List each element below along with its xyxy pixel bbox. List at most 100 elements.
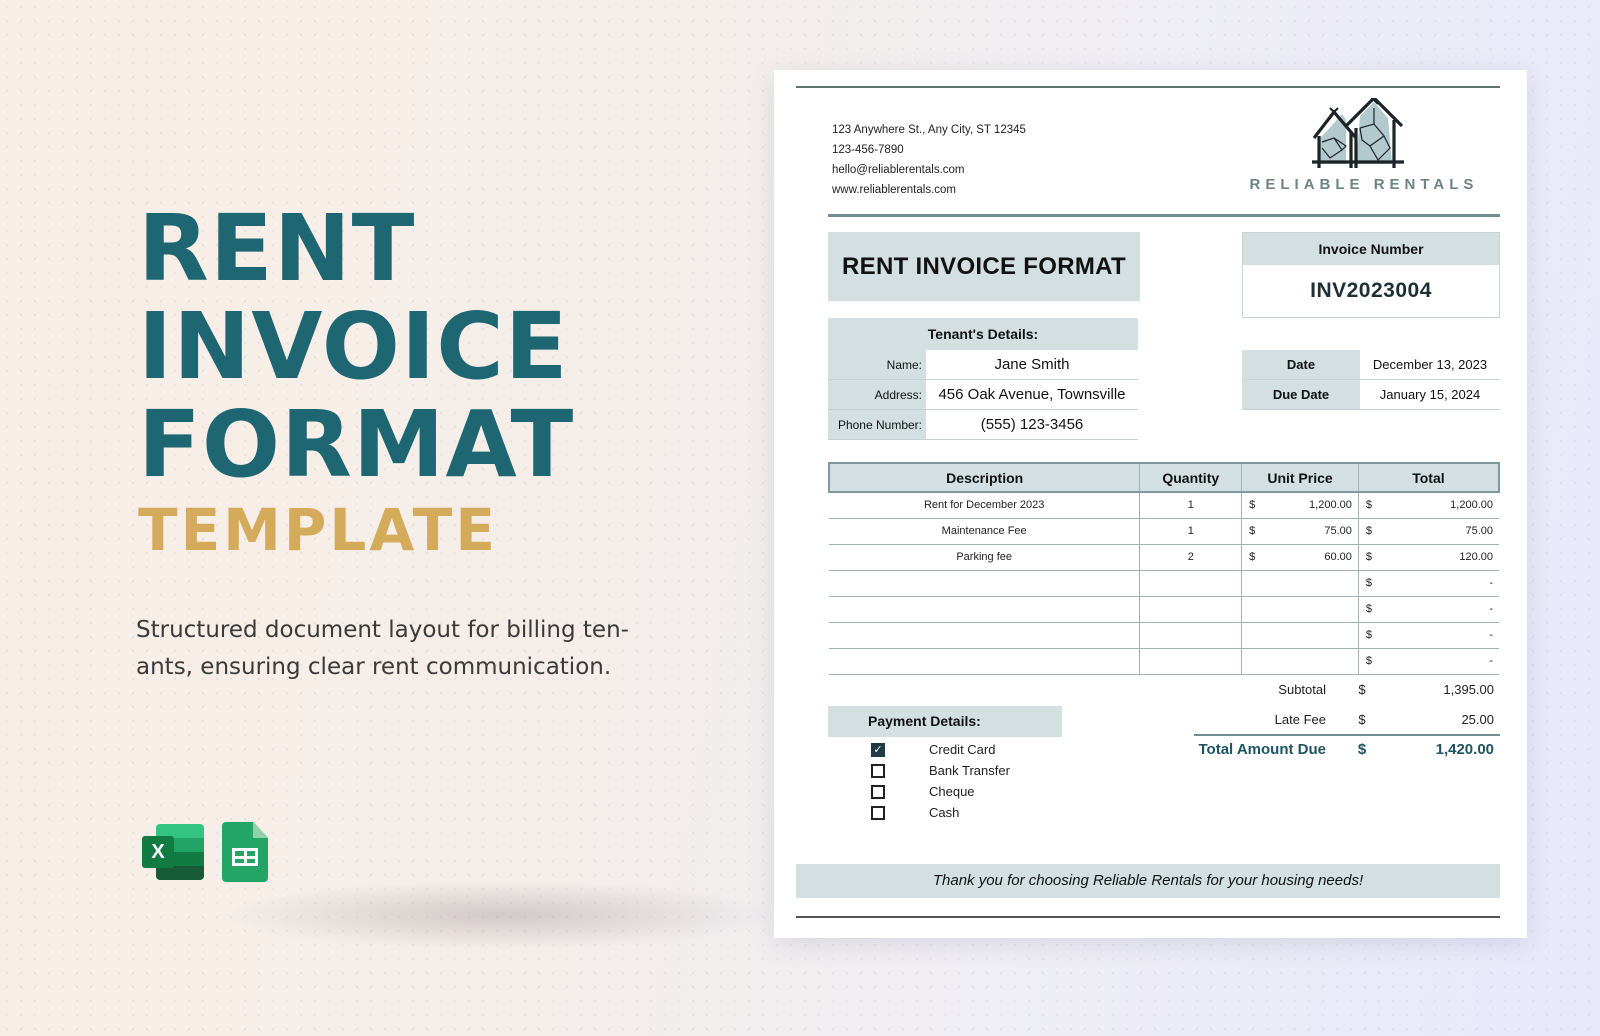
company-contact: 123 Anywhere St., Any City, ST 12345 123… xyxy=(832,120,1026,200)
google-sheets-icon[interactable] xyxy=(222,822,268,882)
quantity-cell[interactable]: 1 xyxy=(1139,492,1243,519)
checkbox[interactable] xyxy=(871,784,885,799)
quantity-cell[interactable]: 1 xyxy=(1139,518,1243,545)
late-fee-label: Late Fee xyxy=(1274,711,1326,727)
quantity-text: 1 xyxy=(1187,525,1194,537)
total-cell[interactable]: $120.00 xyxy=(1358,544,1499,571)
total-cell[interactable]: $ - xyxy=(1358,570,1499,597)
table-row: $ - xyxy=(829,570,1499,597)
total-cell[interactable]: $75.00 xyxy=(1358,518,1499,545)
description-cell[interactable] xyxy=(829,648,1141,675)
money-cell: $ - xyxy=(1359,603,1499,615)
total-currency: $ xyxy=(1365,551,1372,563)
checkbox[interactable] xyxy=(871,805,885,820)
payment-option-cheque[interactable]: Cheque xyxy=(828,781,1062,802)
quantity-cell[interactable] xyxy=(1139,570,1243,597)
invoice-date-field[interactable]: December 13, 2023 xyxy=(1360,350,1500,379)
checkbox[interactable] xyxy=(871,763,885,778)
checkmark-icon: ✓ xyxy=(873,743,883,756)
table-header-row: Description Quantity Unit Price Total xyxy=(828,462,1500,493)
unit-price-cell[interactable]: $60.00 xyxy=(1241,544,1359,571)
unit-price-cell[interactable] xyxy=(1241,596,1359,623)
invoice-date-label: Date xyxy=(1242,350,1360,379)
description-text: Parking fee xyxy=(956,551,1012,563)
tenant-phone-field[interactable]: (555) 123-3456 xyxy=(926,410,1138,439)
hero-description-line: ants, ensuring clear rent communication. xyxy=(136,654,612,680)
invoice-date-row: Date December 13, 2023 xyxy=(1242,350,1500,380)
column-header-quantity: Quantity xyxy=(1139,462,1243,493)
unit-price-amount: 1,200.00 xyxy=(1309,499,1352,512)
unit-price-currency: $ xyxy=(1249,525,1256,537)
money-cell: $ - xyxy=(1359,655,1499,667)
unit-price-currency: $ xyxy=(1249,551,1256,563)
due-date-label: Due Date xyxy=(1242,380,1360,409)
hero-heading: RENT INVOICE FORMAT TEMPLATE xyxy=(138,200,575,564)
unit-price-cell[interactable] xyxy=(1241,570,1359,597)
company-email: hello@reliablerentals.com xyxy=(832,164,965,176)
invoice-document: 123 Anywhere St., Any City, ST 12345 123… xyxy=(774,70,1527,938)
company-website: www.reliablerentals.com xyxy=(832,184,956,196)
payment-option-bank-transfer[interactable]: Bank Transfer xyxy=(828,760,1062,781)
description-cell[interactable] xyxy=(829,622,1141,649)
description-cell[interactable]: Rent for December 2023 xyxy=(829,492,1141,519)
description-text: Rent for December 2023 xyxy=(923,499,1045,512)
payment-option-label: Bank Transfer xyxy=(929,763,1010,778)
tenant-details-heading: Tenant's Details: xyxy=(828,318,1138,350)
total-currency: $ xyxy=(1365,655,1372,667)
top-rule xyxy=(796,86,1500,88)
table-row: Maintenance Fee 1 $75.00 $75.00 xyxy=(829,518,1499,545)
unit-price-cell[interactable] xyxy=(1241,648,1359,675)
hero-description-line: Structured document layout for billing t… xyxy=(136,617,629,643)
total-cell[interactable]: $ - xyxy=(1358,622,1499,649)
late-fee-row: Late Fee $ 25.00 xyxy=(1194,704,1500,734)
hero-subtitle: TEMPLATE xyxy=(138,496,498,564)
brand-name: RELIABLE RENTALS xyxy=(1249,176,1479,193)
invoice-title: RENT INVOICE FORMAT xyxy=(828,232,1140,301)
excel-icon[interactable]: X xyxy=(142,822,206,882)
description-cell[interactable]: Parking fee xyxy=(829,544,1141,571)
invoice-number-value[interactable]: INV2023004 xyxy=(1243,265,1499,317)
payment-option-credit-card[interactable]: ✓ Credit Card xyxy=(828,739,1062,760)
unit-price-currency: $ xyxy=(1249,499,1256,512)
description-cell[interactable] xyxy=(829,570,1141,597)
line-items-table: Description Quantity Unit Price Total Re… xyxy=(828,462,1500,675)
table-row: $ - xyxy=(829,622,1499,649)
total-cell[interactable]: $ - xyxy=(1358,648,1499,675)
total-due-row: Total Amount Due $ 1,420.00 xyxy=(1194,734,1500,762)
tenant-address-field[interactable]: 456 Oak Avenue, Townsville xyxy=(926,380,1138,409)
unit-price-cell[interactable]: $75.00 xyxy=(1241,518,1359,545)
subtotal-label: Subtotal xyxy=(1278,681,1326,697)
column-header-total: Total xyxy=(1358,462,1500,493)
total-cell[interactable]: $1,200.00 xyxy=(1358,492,1499,519)
description-cell[interactable] xyxy=(829,596,1141,623)
money-cell: $ - xyxy=(1359,629,1499,641)
payment-option-cash[interactable]: Cash xyxy=(828,802,1062,823)
bottom-rule xyxy=(796,916,1500,918)
payment-option-label: Cash xyxy=(929,805,960,820)
hero-title-line: FORMAT xyxy=(138,391,575,498)
tenant-name-field[interactable]: Jane Smith xyxy=(926,350,1138,379)
description-cell[interactable]: Maintenance Fee xyxy=(829,518,1141,545)
invoice-number-box: Invoice Number INV2023004 xyxy=(1242,232,1500,318)
due-date-row: Due Date January 15, 2024 xyxy=(1242,380,1500,410)
total-currency: $ xyxy=(1365,525,1372,537)
thank-you-note: Thank you for choosing Reliable Rentals … xyxy=(796,864,1500,898)
unit-price-cell[interactable] xyxy=(1241,622,1359,649)
brand-logo: RELIABLE RENTALS xyxy=(1244,98,1484,198)
total-amount: - xyxy=(1489,655,1493,667)
quantity-cell[interactable] xyxy=(1139,648,1243,675)
quantity-cell[interactable] xyxy=(1139,622,1243,649)
unit-price-cell[interactable]: $1,200.00 xyxy=(1241,492,1359,519)
total-currency: $ xyxy=(1365,499,1372,512)
checkbox-checked[interactable]: ✓ xyxy=(871,742,885,757)
quantity-text: 2 xyxy=(1187,551,1194,563)
tenant-phone-label: Phone Number: xyxy=(828,410,926,439)
total-amount: - xyxy=(1489,603,1493,615)
excel-icon-badge: X xyxy=(142,836,174,868)
quantity-cell[interactable] xyxy=(1139,596,1243,623)
due-date-field[interactable]: January 15, 2024 xyxy=(1360,380,1500,409)
total-cell[interactable]: $ - xyxy=(1358,596,1499,623)
late-fee-amount[interactable]: 25.00 xyxy=(1382,712,1500,727)
sheets-icon-fold xyxy=(253,822,268,838)
quantity-cell[interactable]: 2 xyxy=(1139,544,1243,571)
